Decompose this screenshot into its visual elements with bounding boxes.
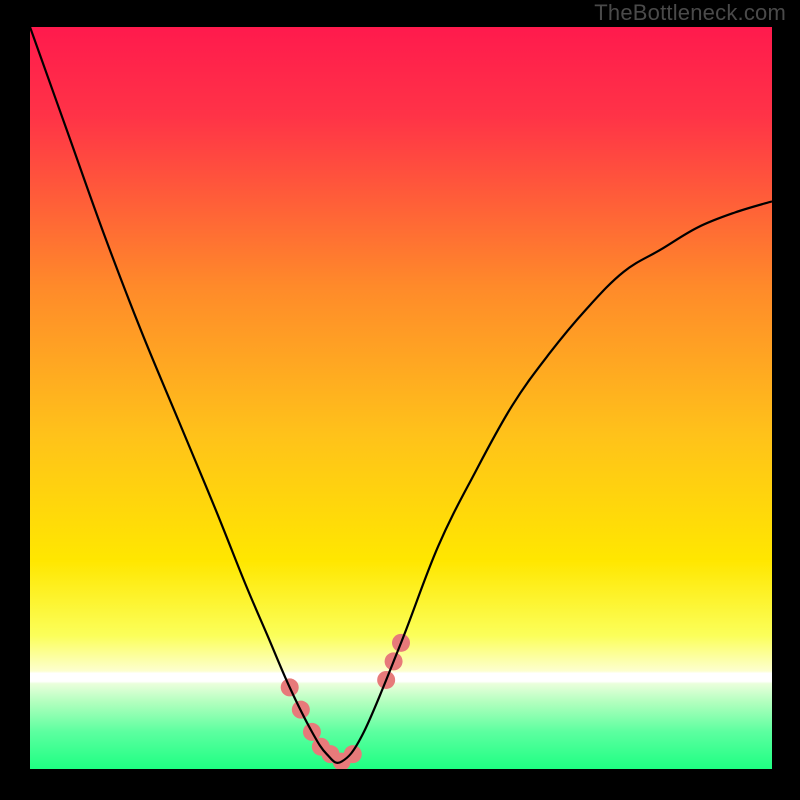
plot-area: [30, 27, 772, 769]
highlight-marker: [344, 745, 362, 763]
watermark-text: TheBottleneck.com: [594, 0, 786, 26]
chart-frame: TheBottleneck.com: [0, 0, 800, 800]
chart-svg: [30, 27, 772, 769]
